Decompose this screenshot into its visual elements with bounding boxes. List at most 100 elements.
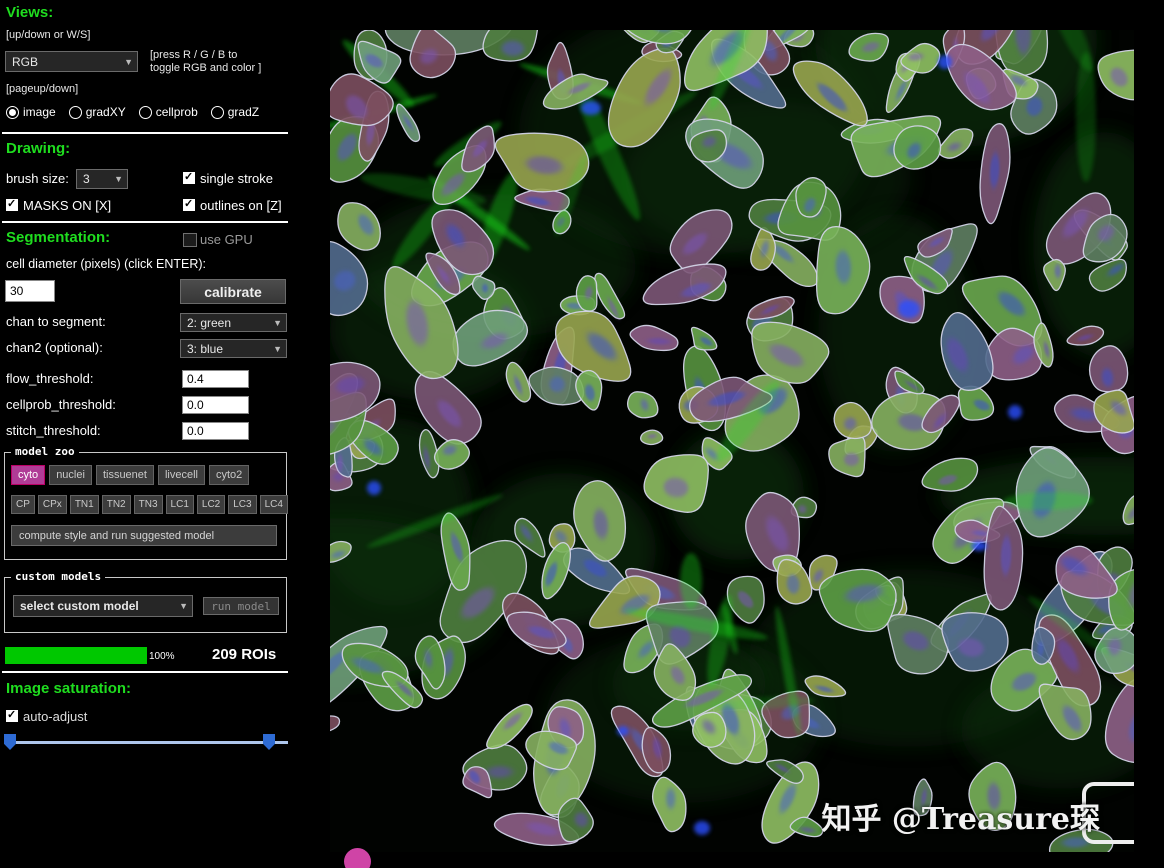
chevron-down-icon: ▼: [273, 317, 282, 328]
stitch-threshold-row: stitch_threshold: 0.0: [0, 422, 300, 441]
cellprob-threshold-input[interactable]: 0.0: [182, 396, 249, 414]
radio-gradz[interactable]: gradZ: [210, 105, 259, 119]
model-button-tissuenet[interactable]: tissuenet: [95, 465, 154, 485]
flow-threshold-row: flow_threshold: 0.4: [0, 370, 300, 389]
app-window: Views: [up/down or W/S] RGB ▼ [press R /…: [0, 0, 1164, 868]
stitch-threshold-input[interactable]: 0.0: [182, 422, 249, 440]
brush-row: brush size: 3 ▼ single stroke: [0, 169, 300, 191]
single-stroke-checkbox[interactable]: [183, 170, 195, 184]
rgb-toggle-hint: [press R / G / B to toggle RGB and color…: [150, 49, 262, 74]
updown-hint: [up/down or W/S]: [6, 29, 91, 41]
masks-on-checkbox[interactable]: [6, 197, 18, 211]
progress-percent: 100%: [149, 651, 175, 662]
chevron-down-icon: ▼: [114, 174, 123, 184]
progress-row: 100% 209 ROIs: [0, 646, 300, 668]
flow-threshold-input[interactable]: 0.4: [182, 370, 249, 388]
radio-gradxy-label: gradXY: [85, 105, 126, 119]
chan-select[interactable]: 2: green ▼: [180, 313, 287, 332]
single-stroke-label: single stroke: [200, 171, 273, 186]
watermark: 知乎 @Treasure琛: [821, 802, 1100, 837]
custom-models-group: custom models select custom model ▼ run …: [4, 570, 287, 633]
drawing-section-title: Drawing:: [6, 140, 71, 157]
model-zoo-title: model zoo: [11, 445, 79, 458]
cell-image[interactable]: [330, 30, 1134, 852]
control-sidebar: Views: [up/down or W/S] RGB ▼ [press R /…: [0, 0, 300, 868]
saturation-slider-track[interactable]: [8, 741, 288, 744]
calibrate-button[interactable]: calibrate: [180, 279, 286, 304]
cellprob-threshold-row: cellprob_threshold: 0.0: [0, 396, 300, 415]
auto-adjust-checkbox[interactable]: [6, 708, 18, 722]
section-divider: [2, 221, 288, 223]
saturation-section-title: Image saturation:: [6, 680, 132, 697]
brush-size-select[interactable]: 3 ▼: [76, 169, 128, 189]
radio-gradxy[interactable]: gradXY: [68, 105, 126, 119]
image-viewer: 知乎 @Treasure琛: [330, 30, 1134, 852]
diameter-row: 30 calibrate: [0, 279, 300, 305]
model-button-nuclei[interactable]: nuclei: [49, 465, 92, 485]
saturation-slider-handle-right[interactable]: [263, 734, 275, 750]
model-button-lc4[interactable]: LC4: [259, 495, 288, 514]
view-mode-value: RGB: [12, 54, 39, 69]
model-zoo-group: model zoo cyto nuclei tissuenet livecell…: [4, 445, 288, 560]
radio-gradxy-indicator: [68, 105, 82, 119]
outlines-on-label: outlines on [Z]: [200, 198, 282, 213]
custom-model-value: select custom model: [20, 599, 139, 613]
run-model-button[interactable]: run model: [203, 597, 279, 615]
radio-image[interactable]: image: [6, 105, 56, 119]
model-button-tn2[interactable]: TN2: [101, 495, 131, 514]
chan2-select[interactable]: 3: blue ▼: [180, 339, 287, 358]
roi-count: 209 ROIs: [212, 646, 277, 663]
model-button-lc1[interactable]: LC1: [165, 495, 194, 514]
section-divider: [2, 671, 288, 673]
masks-on-label: MASKS ON [X]: [23, 198, 112, 213]
model-button-tn1[interactable]: TN1: [69, 495, 99, 514]
brush-size-label: brush size:: [6, 171, 69, 186]
model-button-lc2[interactable]: LC2: [196, 495, 226, 514]
section-divider: [2, 132, 288, 134]
use-gpu-label: use GPU: [200, 232, 253, 247]
chevron-down-icon: ▼: [124, 56, 133, 67]
radio-image-label: image: [23, 105, 56, 119]
segmentation-section-title: Segmentation:: [6, 229, 111, 246]
custom-model-select[interactable]: select custom model ▼: [13, 595, 193, 617]
model-button-cyto[interactable]: cyto: [11, 465, 46, 485]
chan2-row: chan2 (optional): 3: blue ▼: [0, 339, 300, 359]
segmentation-header-row: Segmentation: use GPU: [0, 229, 300, 251]
radio-gradz-indicator: [210, 105, 224, 119]
brush-size-value: 3: [83, 172, 90, 186]
radio-image-indicator: [6, 105, 19, 119]
view-mode-select[interactable]: RGB ▼: [5, 51, 138, 72]
chevron-down-icon: ▼: [273, 343, 282, 354]
saturation-slider-handle-left[interactable]: [4, 734, 16, 750]
custom-models-title: custom models: [11, 570, 106, 583]
model-zoo-row1: cyto nuclei tissuenet livecell cyto2: [11, 465, 250, 485]
model-button-tn3[interactable]: TN3: [133, 495, 163, 514]
model-button-livecell[interactable]: livecell: [157, 465, 205, 485]
diameter-input[interactable]: 30: [5, 280, 55, 302]
model-zoo-row2: CP CPx TN1 TN2 TN3 LC1 LC2 LC3 LC4: [11, 495, 288, 514]
masks-row: MASKS ON [X] outlines on [Z]: [0, 197, 300, 217]
use-gpu-checkbox[interactable]: [183, 233, 197, 247]
model-button-cp[interactable]: CP: [11, 495, 35, 514]
chan-row: chan to segment: 2: green ▼: [0, 313, 300, 333]
chan2-value: 3: blue: [187, 341, 224, 356]
outlines-on-checkbox[interactable]: [183, 197, 195, 211]
diameter-label: cell diameter (pixels) (click ENTER):: [6, 257, 207, 271]
radio-cellprob-label: cellprob: [155, 105, 198, 119]
brush-cursor: [344, 848, 371, 868]
auto-adjust-row: auto-adjust: [0, 708, 300, 726]
pageup-hint: [pageup/down]: [6, 83, 79, 95]
model-button-cyto2[interactable]: cyto2: [208, 465, 250, 485]
auto-adjust-label: auto-adjust: [23, 709, 88, 724]
chevron-down-icon: ▼: [179, 601, 188, 611]
suggest-model-button[interactable]: compute style and run suggested model: [11, 525, 277, 546]
radio-cellprob-indicator: [138, 105, 152, 119]
radio-cellprob[interactable]: cellprob: [138, 105, 198, 119]
model-button-cpx[interactable]: CPx: [37, 495, 67, 514]
chan-value: 2: green: [187, 315, 232, 330]
chan-label: chan to segment:: [6, 314, 106, 329]
model-button-lc3[interactable]: LC3: [228, 495, 257, 514]
cellprob-threshold-label: cellprob_threshold:: [6, 397, 116, 412]
flow-threshold-label: flow_threshold:: [6, 371, 94, 386]
progress-bar: [5, 647, 147, 664]
